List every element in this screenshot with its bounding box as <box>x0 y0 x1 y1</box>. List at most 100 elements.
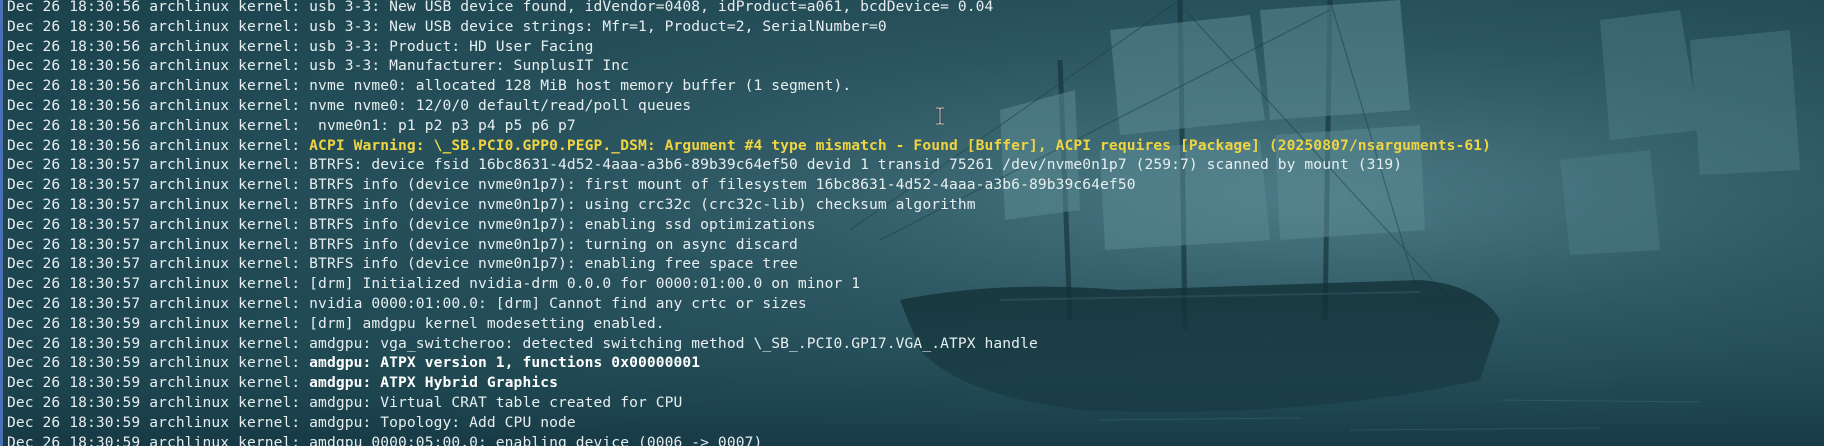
log-hostname: archlinux <box>149 136 230 154</box>
log-timestamp: Dec 26 18:30:59 <box>7 413 141 431</box>
log-hostname: archlinux <box>149 215 230 233</box>
log-source: kernel: <box>238 136 301 154</box>
log-line: Dec 26 18:30:56 archlinux kernel: nvme0n… <box>7 116 1817 136</box>
log-message: usb 3-3: Manufacturer: SunplusIT Inc <box>309 57 630 75</box>
log-source: kernel: <box>238 37 301 55</box>
log-source: kernel: <box>238 433 301 446</box>
log-hostname: archlinux <box>149 413 230 431</box>
log-line: Dec 26 18:30:56 archlinux kernel: usb 3-… <box>7 0 1817 17</box>
log-message: amdgpu: ATPX version 1, functions 0x0000… <box>309 354 701 372</box>
log-message: amdgpu: Virtual CRAT table created for C… <box>309 393 683 411</box>
log-line: Dec 26 18:30:56 archlinux kernel: nvme n… <box>7 96 1817 116</box>
log-line: Dec 26 18:30:56 archlinux kernel: nvme n… <box>7 76 1817 96</box>
log-timestamp: Dec 26 18:30:56 <box>7 77 141 95</box>
log-line: Dec 26 18:30:57 archlinux kernel: BTRFS … <box>7 175 1817 195</box>
log-source: kernel: <box>238 156 301 174</box>
log-message: nvidia 0000:01:00.0: [drm] Cannot find a… <box>309 294 807 312</box>
log-hostname: archlinux <box>149 314 230 332</box>
log-source: kernel: <box>238 195 301 213</box>
log-source: kernel: <box>238 413 301 431</box>
log-timestamp: Dec 26 18:30:56 <box>7 57 141 75</box>
log-source: kernel: <box>238 374 301 392</box>
log-hostname: archlinux <box>149 195 230 213</box>
log-timestamp: Dec 26 18:30:59 <box>7 354 141 372</box>
log-message: nvme nvme0: allocated 128 MiB host memor… <box>309 77 852 95</box>
log-timestamp: Dec 26 18:30:56 <box>7 116 141 134</box>
log-line: Dec 26 18:30:59 archlinux kernel: amdgpu… <box>7 334 1817 354</box>
log-timestamp: Dec 26 18:30:56 <box>7 96 141 114</box>
log-source: kernel: <box>238 255 301 273</box>
log-message: BTRFS info (device nvme0n1p7): using crc… <box>309 195 976 213</box>
log-message: nvme0n1: p1 p2 p3 p4 p5 p6 p7 <box>309 116 576 134</box>
log-hostname: archlinux <box>149 116 230 134</box>
log-hostname: archlinux <box>149 235 230 253</box>
log-line: Dec 26 18:30:57 archlinux kernel: [drm] … <box>7 274 1817 294</box>
log-line: Dec 26 18:30:56 archlinux kernel: usb 3-… <box>7 37 1817 57</box>
log-source: kernel: <box>238 354 301 372</box>
log-timestamp: Dec 26 18:30:57 <box>7 215 141 233</box>
log-source: kernel: <box>238 235 301 253</box>
log-source: kernel: <box>238 57 301 75</box>
log-message: [drm] Initialized nvidia-drm 0.0.0 for 0… <box>309 275 861 293</box>
log-source: kernel: <box>238 0 301 15</box>
log-line: Dec 26 18:30:59 archlinux kernel: amdgpu… <box>7 413 1817 433</box>
log-hostname: archlinux <box>149 354 230 372</box>
log-message: usb 3-3: Product: HD User Facing <box>309 37 594 55</box>
log-line: Dec 26 18:30:59 archlinux kernel: amdgpu… <box>7 433 1817 446</box>
log-message: amdgpu: vga_switcheroo: detected switchi… <box>309 334 1038 352</box>
log-timestamp: Dec 26 18:30:59 <box>7 314 141 332</box>
log-line: Dec 26 18:30:59 archlinux kernel: [drm] … <box>7 314 1817 334</box>
log-message: amdgpu 0000:05:00.0: enabling device (00… <box>309 433 763 446</box>
log-timestamp: Dec 26 18:30:59 <box>7 433 141 446</box>
log-hostname: archlinux <box>149 176 230 194</box>
log-source: kernel: <box>238 96 301 114</box>
log-timestamp: Dec 26 18:30:57 <box>7 294 141 312</box>
log-message: amdgpu: Topology: Add CPU node <box>309 413 576 431</box>
log-timestamp: Dec 26 18:30:57 <box>7 275 141 293</box>
log-source: kernel: <box>238 275 301 293</box>
log-message: BTRFS info (device nvme0n1p7): enabling … <box>309 255 798 273</box>
log-line: Dec 26 18:30:57 archlinux kernel: nvidia… <box>7 294 1817 314</box>
log-timestamp: Dec 26 18:30:56 <box>7 17 141 35</box>
terminal-window[interactable]: Dec 26 18:30:56 archlinux kernel: usb 3-… <box>0 0 1824 446</box>
log-line: Dec 26 18:30:57 archlinux kernel: BTRFS … <box>7 215 1817 235</box>
log-timestamp: Dec 26 18:30:56 <box>7 136 141 154</box>
log-timestamp: Dec 26 18:30:57 <box>7 195 141 213</box>
log-line: Dec 26 18:30:59 archlinux kernel: amdgpu… <box>7 353 1817 373</box>
text-cursor-ibeam-icon <box>936 107 944 125</box>
log-timestamp: Dec 26 18:30:59 <box>7 374 141 392</box>
log-message: BTRFS info (device nvme0n1p7): first mou… <box>309 176 1136 194</box>
log-source: kernel: <box>238 314 301 332</box>
log-source: kernel: <box>238 116 301 134</box>
log-line: Dec 26 18:30:56 archlinux kernel: usb 3-… <box>7 56 1817 76</box>
log-hostname: archlinux <box>149 334 230 352</box>
journal-log-output[interactable]: Dec 26 18:30:56 archlinux kernel: usb 3-… <box>7 0 1817 446</box>
log-message: amdgpu: ATPX Hybrid Graphics <box>309 374 558 392</box>
log-source: kernel: <box>238 334 301 352</box>
log-timestamp: Dec 26 18:30:56 <box>7 0 141 15</box>
log-warning-message: ACPI Warning: \_SB.PCI0.GPP0.PEGP._DSM: … <box>309 136 1492 154</box>
log-source: kernel: <box>238 393 301 411</box>
log-hostname: archlinux <box>149 433 230 446</box>
log-timestamp: Dec 26 18:30:59 <box>7 334 141 352</box>
log-message: usb 3-3: New USB device strings: Mfr=1, … <box>309 17 887 35</box>
log-source: kernel: <box>238 77 301 95</box>
log-message: [drm] amdgpu kernel modesetting enabled. <box>309 314 665 332</box>
log-source: kernel: <box>238 176 301 194</box>
log-source: kernel: <box>238 215 301 233</box>
log-hostname: archlinux <box>149 393 230 411</box>
log-hostname: archlinux <box>149 57 230 75</box>
log-hostname: archlinux <box>149 275 230 293</box>
log-hostname: archlinux <box>149 294 230 312</box>
log-timestamp: Dec 26 18:30:57 <box>7 176 141 194</box>
log-line: Dec 26 18:30:59 archlinux kernel: amdgpu… <box>7 373 1817 393</box>
log-timestamp: Dec 26 18:30:59 <box>7 393 141 411</box>
log-timestamp: Dec 26 18:30:57 <box>7 235 141 253</box>
log-line: Dec 26 18:30:59 archlinux kernel: amdgpu… <box>7 393 1817 413</box>
log-hostname: archlinux <box>149 37 230 55</box>
log-hostname: archlinux <box>149 374 230 392</box>
log-line: Dec 26 18:30:57 archlinux kernel: BTRFS … <box>7 235 1817 255</box>
log-timestamp: Dec 26 18:30:57 <box>7 255 141 273</box>
log-line: Dec 26 18:30:57 archlinux kernel: BTRFS:… <box>7 155 1817 175</box>
log-hostname: archlinux <box>149 255 230 273</box>
